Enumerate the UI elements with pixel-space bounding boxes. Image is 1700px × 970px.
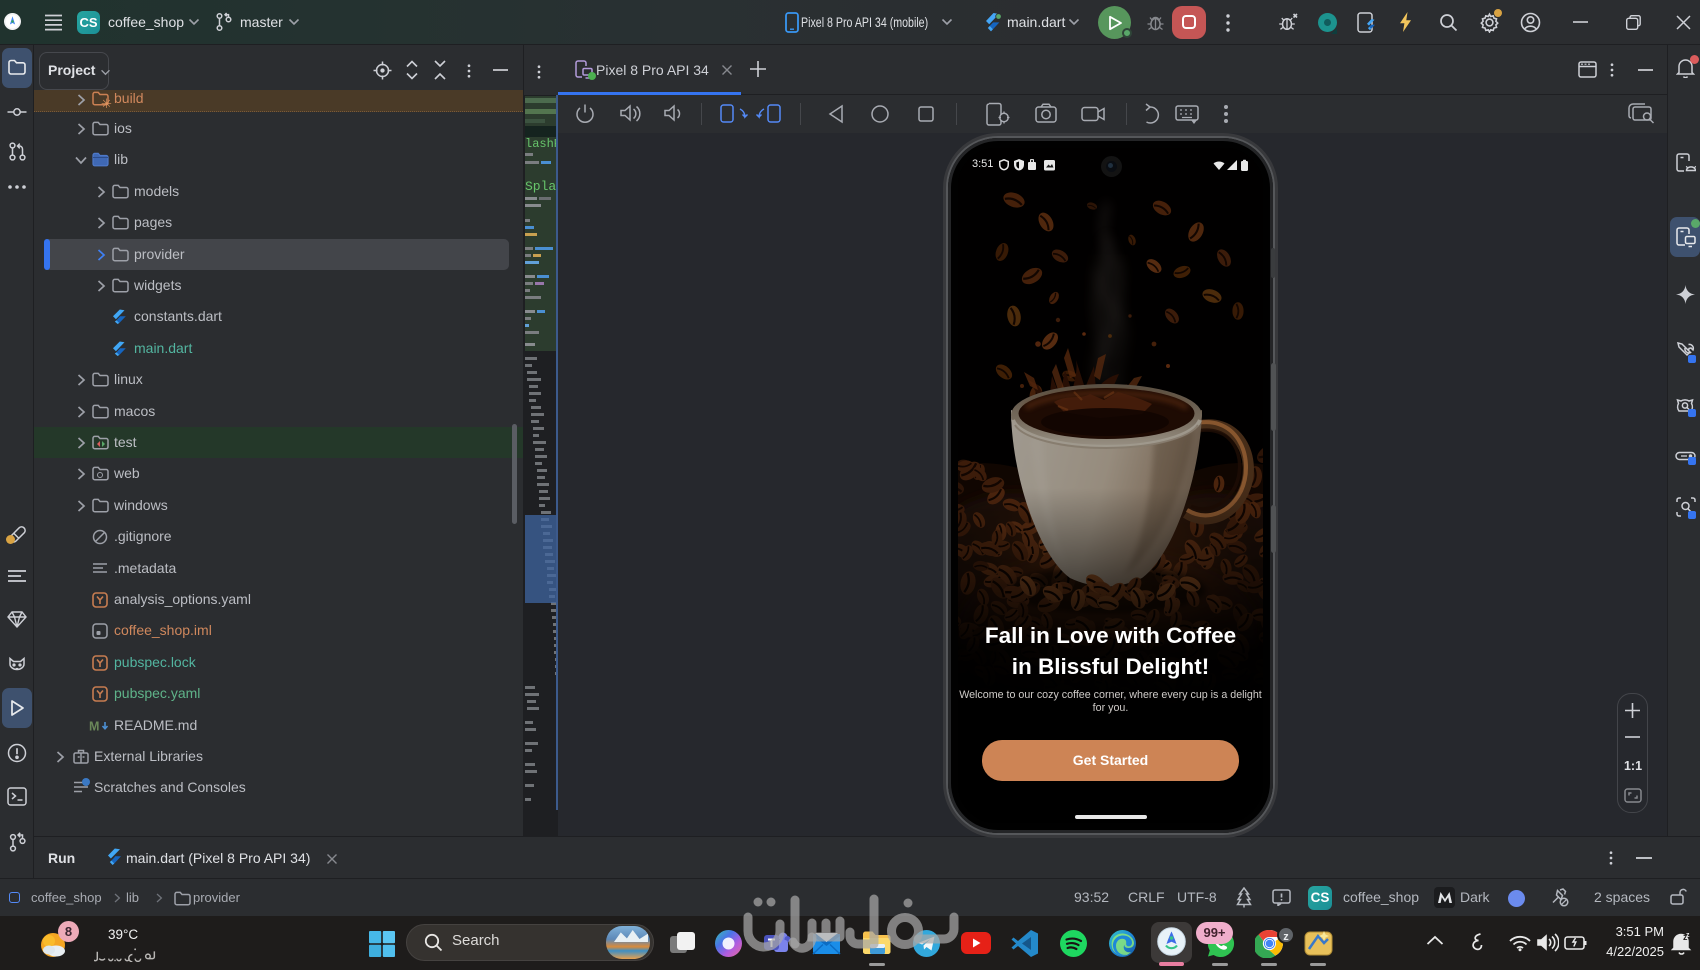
svg-text:z: z — [1686, 932, 1690, 939]
svg-text:M: M — [89, 720, 99, 732]
svg-text:lashP: lashP — [525, 137, 559, 151]
svg-text:Splas: Splas — [525, 179, 559, 194]
